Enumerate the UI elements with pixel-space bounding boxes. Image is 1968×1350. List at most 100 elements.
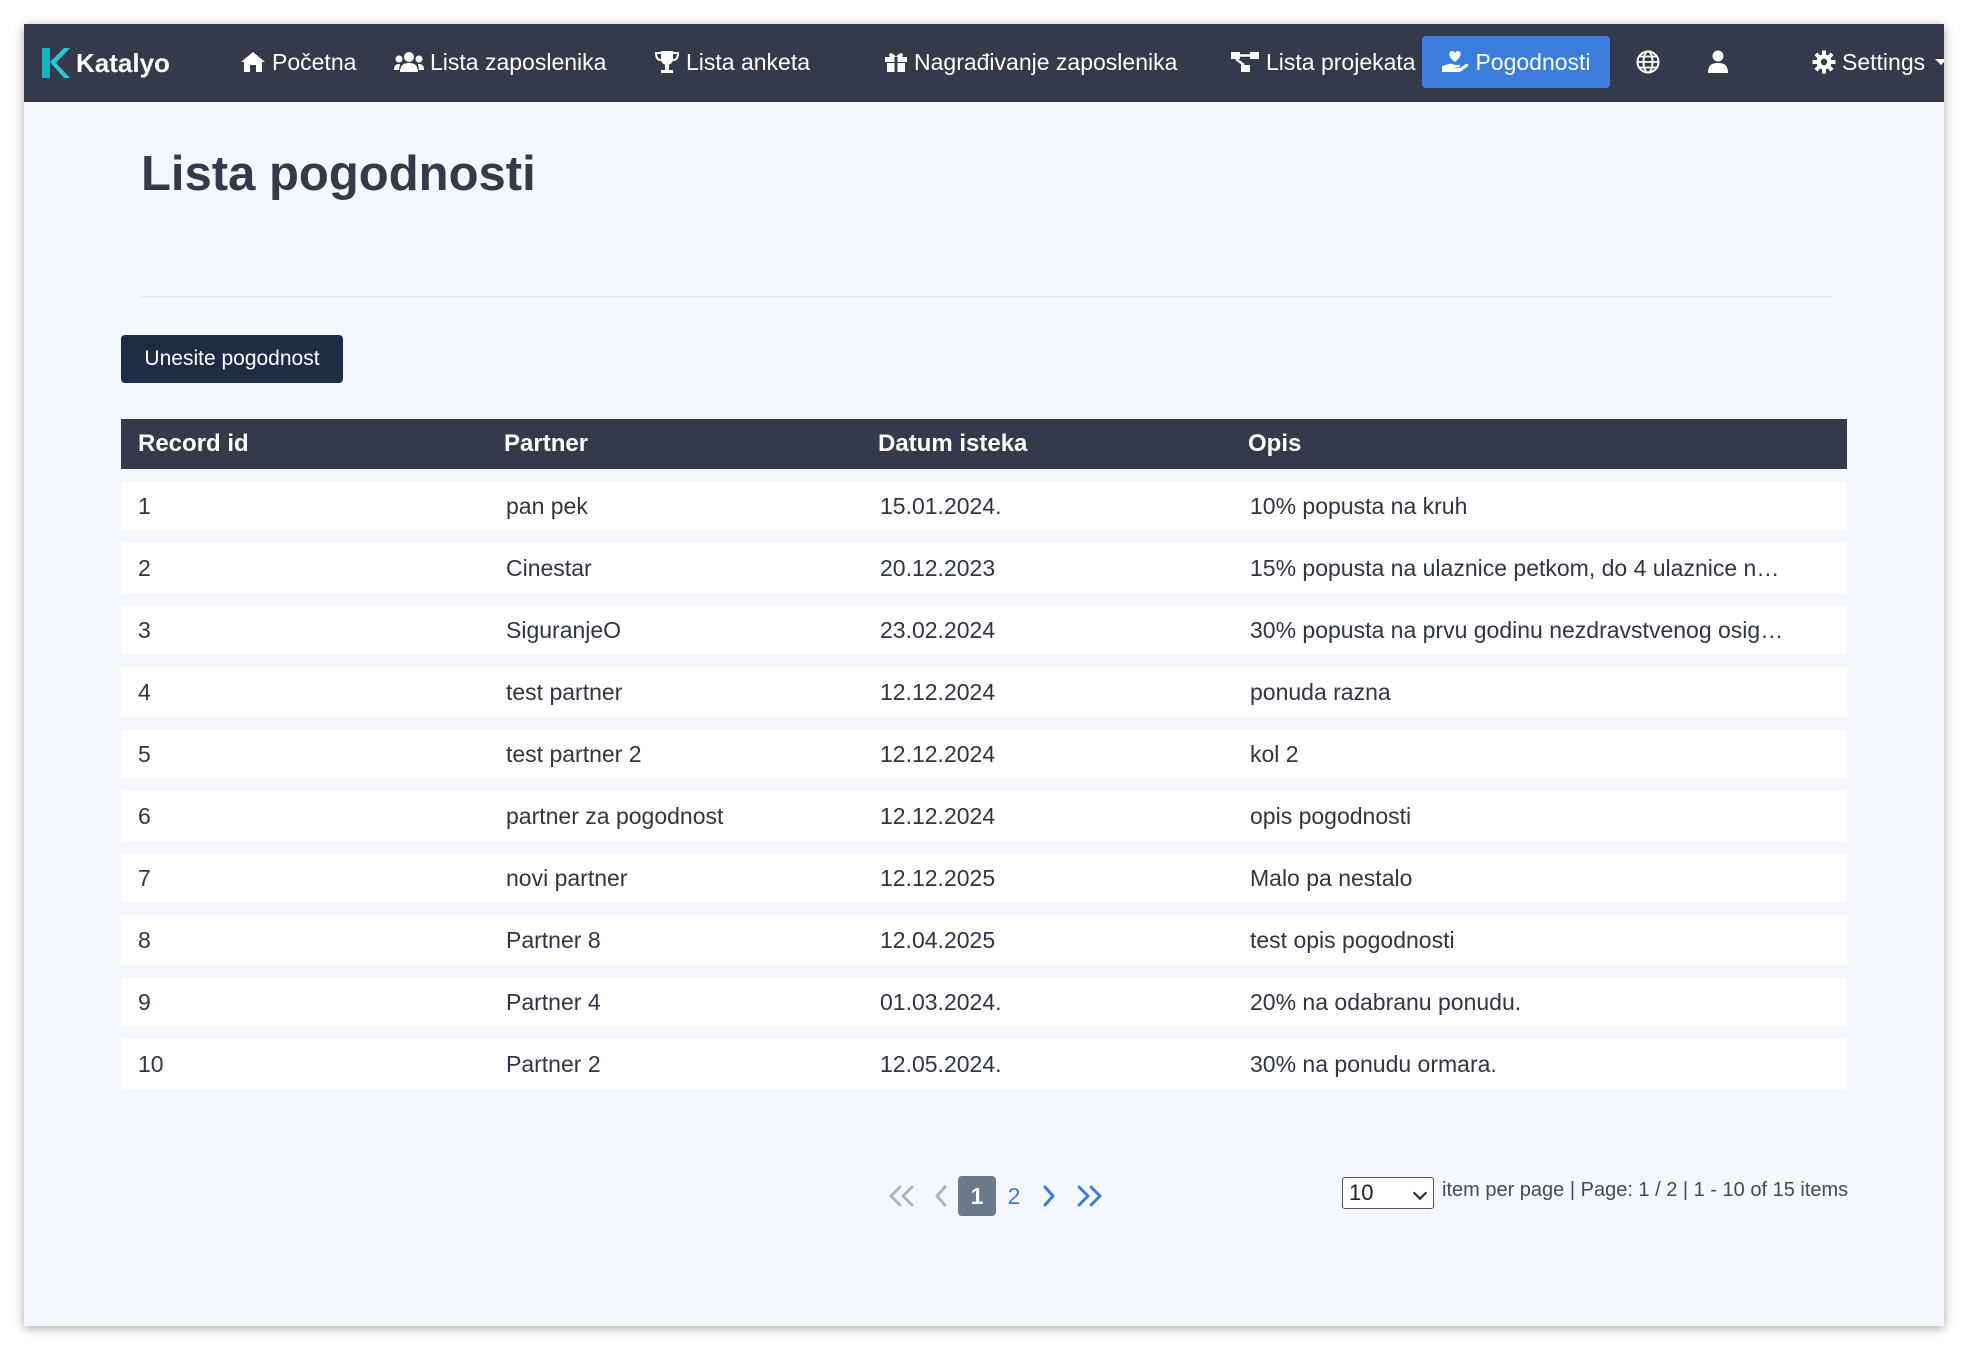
column-header-partner[interactable]: Partner <box>491 430 865 458</box>
table-row[interactable]: 10 Partner 2 12.05.2024. 30% na ponudu o… <box>121 1039 1847 1089</box>
cell-record-id: 1 <box>138 492 151 519</box>
page-link[interactable]: 2 <box>996 1176 1032 1216</box>
cell-description: 15% popusta na ulaznice petkom, do 4 ula… <box>1250 554 1780 581</box>
cell-expiry-date: 20.12.2023 <box>880 554 996 581</box>
home-icon <box>241 52 265 72</box>
title-divider <box>141 296 1833 297</box>
cell-expiry-date: 23.02.2024 <box>880 616 996 643</box>
settings-label: Settings <box>1842 48 1926 75</box>
nav-item-home[interactable]: Početna <box>220 36 376 88</box>
settings-menu[interactable]: Settings <box>1792 36 1944 88</box>
cell-expiry-date: 12.12.2025 <box>880 864 996 891</box>
cell-description: opis pogodnosti <box>1250 802 1412 829</box>
cell-partner: Cinestar <box>506 554 592 581</box>
nav-item-employees[interactable]: Lista zaposlenika <box>374 36 626 88</box>
cell-record-id: 3 <box>138 616 151 643</box>
chevron-down-icon <box>1935 59 1944 65</box>
cell-partner: novi partner <box>506 864 628 891</box>
chevron-down-icon <box>1412 1185 1428 1201</box>
cell-partner: test partner <box>506 678 623 705</box>
pagination-info: item per page | Page: 1 / 2 | 1 - 10 of … <box>1442 1179 1849 1201</box>
cell-partner: Partner 2 <box>506 1050 601 1077</box>
top-navbar: Katalyo Početna Lista zaposlenika Lista … <box>24 24 1944 102</box>
cell-description: 10% popusta na kruh <box>1250 492 1468 519</box>
user-menu[interactable] <box>1688 36 1748 88</box>
user-icon <box>1708 50 1728 73</box>
cell-partner: Partner 8 <box>506 926 601 953</box>
cell-description: ponuda razna <box>1250 678 1391 705</box>
chevron-left-icon <box>935 1185 947 1207</box>
cell-record-id: 4 <box>138 678 151 705</box>
table-row[interactable]: 8 Partner 8 12.04.2025 test opis pogodno… <box>121 915 1847 965</box>
column-header-description[interactable]: Opis <box>1235 430 1847 458</box>
table-row[interactable]: 9 Partner 4 01.03.2024. 20% na odabranu … <box>121 977 1847 1027</box>
nav-label-home: Početna <box>272 48 357 75</box>
cell-record-id: 7 <box>138 864 151 891</box>
benefits-table: Record id Partner Datum isteka Opis 1 pa… <box>121 419 1847 1089</box>
table-row[interactable]: 4 test partner 12.12.2024 ponuda razna <box>121 667 1847 717</box>
katalyo-logo-icon <box>42 48 70 78</box>
chevron-right-icon <box>1043 1185 1055 1207</box>
pagination: 1 2 <box>880 1176 1116 1216</box>
column-header-expiry-date[interactable]: Datum isteka <box>865 430 1235 458</box>
trophy-icon <box>654 51 680 73</box>
language-selector[interactable] <box>1618 36 1678 88</box>
table-row[interactable]: 6 partner za pogodnost 12.12.2024 opis p… <box>121 791 1847 841</box>
cell-partner: test partner 2 <box>506 740 642 767</box>
table-body: 1 pan pek 15.01.2024. 10% popusta na kru… <box>121 481 1847 1089</box>
nav-label-employees: Lista zaposlenika <box>430 48 607 75</box>
cell-partner: pan pek <box>506 492 588 519</box>
gift-icon <box>885 53 907 72</box>
page-title: Lista pogodnosti <box>141 147 536 201</box>
brand-name: Katalyo <box>76 47 170 78</box>
prev-page-button[interactable] <box>924 1176 958 1216</box>
table-row[interactable]: 1 pan pek 15.01.2024. 10% popusta na kru… <box>121 481 1847 531</box>
add-benefit-button[interactable]: Unesite pogodnost <box>121 335 343 383</box>
cell-record-id: 5 <box>138 740 151 767</box>
cell-record-id: 9 <box>138 988 151 1015</box>
items-per-page-select[interactable]: 10 <box>1342 1177 1434 1209</box>
table-row[interactable]: 3 SiguranjeO 23.02.2024 30% popusta na p… <box>121 605 1847 655</box>
next-page-button[interactable] <box>1032 1176 1066 1216</box>
cell-partner: Partner 4 <box>506 988 601 1015</box>
first-page-button[interactable] <box>880 1176 924 1216</box>
column-header-record-id[interactable]: Record id <box>121 430 491 458</box>
cell-partner: partner za pogodnost <box>506 802 724 829</box>
cell-description: 30% popusta na prvu godinu nezdravstveno… <box>1250 616 1784 643</box>
gear-icon <box>1812 50 1836 74</box>
cell-record-id: 6 <box>138 802 151 829</box>
users-icon <box>394 52 424 72</box>
nav-item-projects[interactable]: Lista projekata <box>1210 36 1436 88</box>
globe-icon <box>1636 50 1660 74</box>
cell-expiry-date: 12.05.2024. <box>880 1050 1002 1077</box>
nav-label-rewards: Nagrađivanje zaposlenika <box>914 48 1178 75</box>
cell-description: 30% na ponudu ormara. <box>1250 1050 1497 1077</box>
double-chevron-left-icon <box>889 1185 914 1207</box>
cell-expiry-date: 12.12.2024 <box>880 740 996 767</box>
cell-record-id: 8 <box>138 926 151 953</box>
cell-expiry-date: 15.01.2024. <box>880 492 1002 519</box>
table-row[interactable]: 7 novi partner 12.12.2025 Malo pa nestal… <box>121 853 1847 903</box>
nav-label-projects: Lista projekata <box>1266 48 1416 75</box>
cell-expiry-date: 12.12.2024 <box>880 678 996 705</box>
cell-description: 20% na odabranu ponudu. <box>1250 988 1522 1015</box>
last-page-button[interactable] <box>1066 1176 1116 1216</box>
nav-item-benefits[interactable]: Pogodnosti <box>1422 36 1610 88</box>
cell-partner: SiguranjeO <box>506 616 622 643</box>
cell-description: test opis pogodnosti <box>1250 926 1455 953</box>
page-link-current[interactable]: 1 <box>958 1176 996 1216</box>
items-per-page-value: 10 <box>1349 1180 1374 1205</box>
cell-record-id: 10 <box>138 1050 164 1077</box>
app-window: Katalyo Početna Lista zaposlenika Lista … <box>24 24 1944 1326</box>
double-chevron-right-icon <box>1077 1185 1102 1207</box>
hand-holding-heart-icon <box>1442 51 1469 72</box>
table-row[interactable]: 5 test partner 2 12.12.2024 kol 2 <box>121 729 1847 779</box>
nav-item-surveys[interactable]: Lista anketa <box>634 36 830 88</box>
cell-record-id: 2 <box>138 554 151 581</box>
table-header: Record id Partner Datum isteka Opis <box>121 419 1847 469</box>
table-row[interactable]: 2 Cinestar 20.12.2023 15% popusta na ula… <box>121 543 1847 593</box>
brand-logo[interactable]: Katalyo <box>40 46 170 80</box>
nav-label-benefits: Pogodnosti <box>1475 48 1591 75</box>
nav-item-rewards[interactable]: Nagrađivanje zaposlenika <box>864 36 1197 88</box>
nav-label-surveys: Lista anketa <box>686 48 811 75</box>
